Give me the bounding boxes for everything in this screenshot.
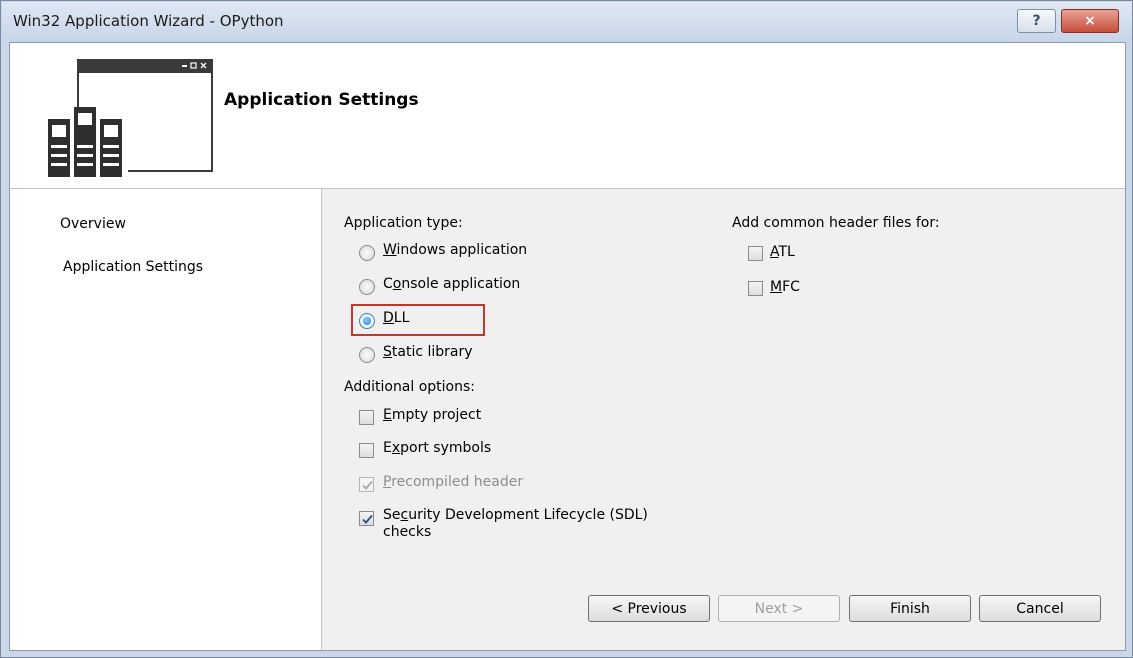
radio-static-library[interactable] bbox=[359, 347, 375, 363]
help-icon: ? bbox=[1032, 13, 1041, 29]
close-button[interactable]: × bbox=[1061, 9, 1119, 33]
settings-panel: Application type: Windows application Co… bbox=[322, 189, 1125, 650]
wizard-application-icon bbox=[46, 59, 213, 177]
additional-options-label: Additional options: bbox=[344, 379, 476, 395]
checkbox-precompiled-header[interactable] bbox=[359, 477, 374, 492]
checkbox-empty-project[interactable] bbox=[359, 410, 374, 425]
checkmark-icon bbox=[362, 480, 373, 490]
finish-button[interactable]: Finish bbox=[849, 595, 971, 622]
checkbox-precompiled-header-label: Precompiled header bbox=[383, 474, 524, 490]
radio-console-application-label[interactable]: Console application bbox=[383, 276, 520, 292]
radio-windows-application[interactable] bbox=[359, 245, 375, 261]
title-bar[interactable]: Win32 Application Wizard - OPython ? × bbox=[2, 2, 1132, 42]
radio-dll-label[interactable]: DLL bbox=[383, 310, 409, 326]
checkbox-mfc[interactable] bbox=[748, 281, 763, 296]
next-button[interactable]: Next > bbox=[718, 595, 840, 622]
banner-title: Application Settings bbox=[224, 90, 419, 110]
nav-item-application-settings[interactable]: Application Settings bbox=[63, 259, 203, 275]
previous-button[interactable]: < Previous bbox=[588, 595, 710, 622]
checkbox-atl-label[interactable]: ATL bbox=[770, 244, 795, 260]
radio-static-library-label[interactable]: Static library bbox=[383, 344, 473, 360]
checkbox-sdl-checks-label-line2[interactable]: checks bbox=[383, 524, 431, 540]
radio-windows-application-label[interactable]: Windows application bbox=[383, 242, 527, 258]
checkmark-icon bbox=[362, 514, 373, 524]
wizard-window: Win32 Application Wizard - OPython ? × A… bbox=[0, 0, 1133, 658]
header-files-label: Add common header files for: bbox=[732, 215, 940, 231]
close-icon: × bbox=[1084, 13, 1096, 29]
checkbox-mfc-label[interactable]: MFC bbox=[770, 279, 800, 295]
wizard-nav: Overview Application Settings bbox=[10, 189, 322, 650]
checkbox-empty-project-label[interactable]: Empty project bbox=[383, 407, 481, 423]
radio-dll[interactable] bbox=[359, 313, 375, 329]
nav-item-overview[interactable]: Overview bbox=[60, 216, 126, 232]
wizard-client: Application Settings Overview Applicatio… bbox=[9, 42, 1126, 651]
application-type-label: Application type: bbox=[344, 215, 463, 231]
help-button[interactable]: ? bbox=[1017, 9, 1056, 33]
radio-console-application[interactable] bbox=[359, 279, 375, 295]
window-title: Win32 Application Wizard - OPython bbox=[13, 12, 284, 30]
checkbox-sdl-checks-label[interactable]: Security Development Lifecycle (SDL) bbox=[383, 507, 648, 523]
checkbox-sdl-checks[interactable] bbox=[359, 511, 374, 526]
checkbox-atl[interactable] bbox=[748, 246, 763, 261]
cancel-button[interactable]: Cancel bbox=[979, 595, 1101, 622]
wizard-banner: Application Settings bbox=[10, 43, 1125, 189]
checkbox-export-symbols[interactable] bbox=[359, 443, 374, 458]
checkbox-export-symbols-label[interactable]: Export symbols bbox=[383, 440, 491, 456]
